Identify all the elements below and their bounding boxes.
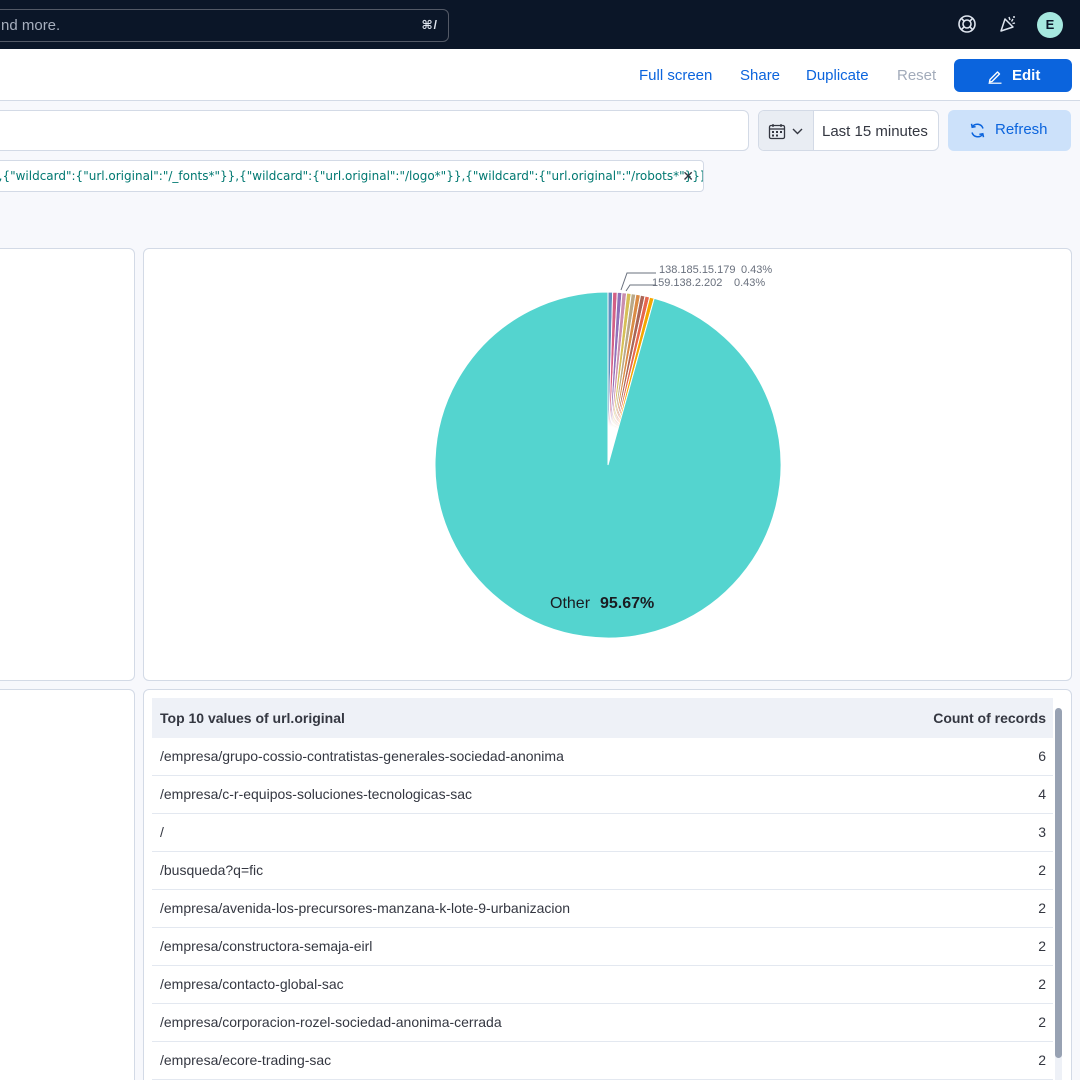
table-row: /empresa/corporacion-rozel-sociedad-anon… [152, 1004, 1053, 1042]
news-icon[interactable] [997, 13, 1019, 35]
close-icon[interactable]: ✕ [682, 168, 694, 185]
cell-url: / [160, 824, 164, 840]
duplicate-button[interactable]: Duplicate [806, 67, 869, 84]
table-scrollbar-thumb[interactable] [1055, 708, 1062, 1058]
callout-line-1 [620, 272, 656, 291]
cell-count: 2 [1038, 938, 1046, 954]
pie-label-pct-1: 0.43% [741, 264, 772, 276]
column-header-name[interactable]: Top 10 values of url.original [160, 710, 345, 726]
search-placeholder: nd more. [1, 17, 61, 34]
reset-button[interactable]: Reset [897, 67, 936, 84]
quick-date-menu-button[interactable] [759, 111, 814, 150]
table-row: /busqueda?q=fic 2 [152, 852, 1053, 890]
full-screen-button[interactable]: Full screen [639, 67, 712, 84]
cell-url: /empresa/grupo-cossio-contratistas-gener… [160, 748, 564, 764]
panel-left-bottom [0, 689, 135, 1080]
table-row: / 3 [152, 814, 1053, 852]
table-row: /empresa/ecore-trading-sac 2 [152, 1042, 1053, 1080]
pie-chart-panel: 138.185.15.179 0.43% 159.138.2.202 0.43%… [143, 248, 1072, 681]
top-header-bar: nd more. ⌘/ E [0, 0, 1080, 49]
pencil-icon [988, 71, 1002, 84]
panel-left-top [0, 248, 135, 681]
help-icon[interactable] [956, 13, 978, 35]
top-values-table-panel: Top 10 values of url.original Count of r… [143, 689, 1072, 1080]
table-row: /empresa/avenida-los-precursores-manzana… [152, 890, 1053, 928]
edit-button[interactable]: Edit [954, 59, 1072, 92]
cell-count: 2 [1038, 862, 1046, 878]
dashboard-action-bar: Full screen Share Duplicate Reset Edit [0, 49, 1080, 101]
pie-slice-other[interactable] [434, 291, 782, 639]
cell-url: /empresa/c-r-equipos-soluciones-tecnolog… [160, 786, 473, 802]
user-avatar[interactable]: E [1037, 12, 1063, 38]
table-header: Top 10 values of url.original Count of r… [152, 698, 1053, 738]
pie-other-pct: 95.67% [600, 595, 654, 612]
refresh-icon [970, 123, 985, 138]
refresh-button[interactable]: Refresh [948, 110, 1071, 151]
cell-count: 6 [1038, 748, 1046, 764]
search-shortcut-hint: ⌘/ [421, 18, 438, 32]
pie-chart: 138.185.15.179 0.43% 159.138.2.202 0.43%… [434, 264, 782, 639]
cell-url: /empresa/ecore-trading-sac [160, 1052, 332, 1068]
table-row: /empresa/constructora-semaja-eirl 2 [152, 928, 1053, 966]
filter-pill[interactable]: },{"wildcard":{"url.original":"/_fonts*"… [0, 160, 704, 192]
cell-count: 2 [1038, 976, 1046, 992]
filter-pill-text[interactable]: },{"wildcard":{"url.original":"/_fonts*"… [0, 169, 703, 183]
refresh-button-label: Refresh [995, 121, 1048, 138]
table-row: /empresa/grupo-cossio-contratistas-gener… [152, 738, 1053, 776]
edit-button-label: Edit [1012, 67, 1041, 84]
cell-url: /empresa/contacto-global-sac [160, 976, 344, 992]
table-row: /empresa/c-r-equipos-soluciones-tecnolog… [152, 776, 1053, 814]
cell-url: /empresa/avenida-los-precursores-manzana… [160, 900, 571, 916]
pie-label-ip-2: 159.138.2.202 [652, 277, 722, 289]
cell-count: 2 [1038, 1052, 1046, 1068]
pie-label-pct-2: 0.43% [734, 277, 765, 289]
calendar-icon [768, 124, 786, 140]
cell-count: 3 [1038, 824, 1046, 840]
date-picker[interactable]: Last 15 minutes [758, 110, 939, 151]
column-header-count[interactable]: Count of records [933, 710, 1046, 726]
cell-count: 2 [1038, 900, 1046, 916]
pie-other-label: Other [550, 595, 591, 612]
cell-url: /empresa/corporacion-rozel-sociedad-anon… [160, 1014, 502, 1030]
cell-url: /empresa/constructora-semaja-eirl [160, 938, 373, 954]
chevron-down-icon [792, 128, 803, 135]
pie-label-ip-1: 138.185.15.179 [659, 264, 735, 276]
table-row: /empresa/contacto-global-sac 2 [152, 966, 1053, 1004]
cell-count: 2 [1038, 1014, 1046, 1030]
query-input[interactable] [0, 110, 749, 151]
cell-count: 4 [1038, 786, 1046, 802]
date-range-label[interactable]: Last 15 minutes [822, 123, 928, 140]
share-button[interactable]: Share [740, 67, 780, 84]
global-search-input[interactable]: nd more. ⌘/ [0, 9, 449, 42]
cell-url: /busqueda?q=fic [160, 862, 264, 878]
